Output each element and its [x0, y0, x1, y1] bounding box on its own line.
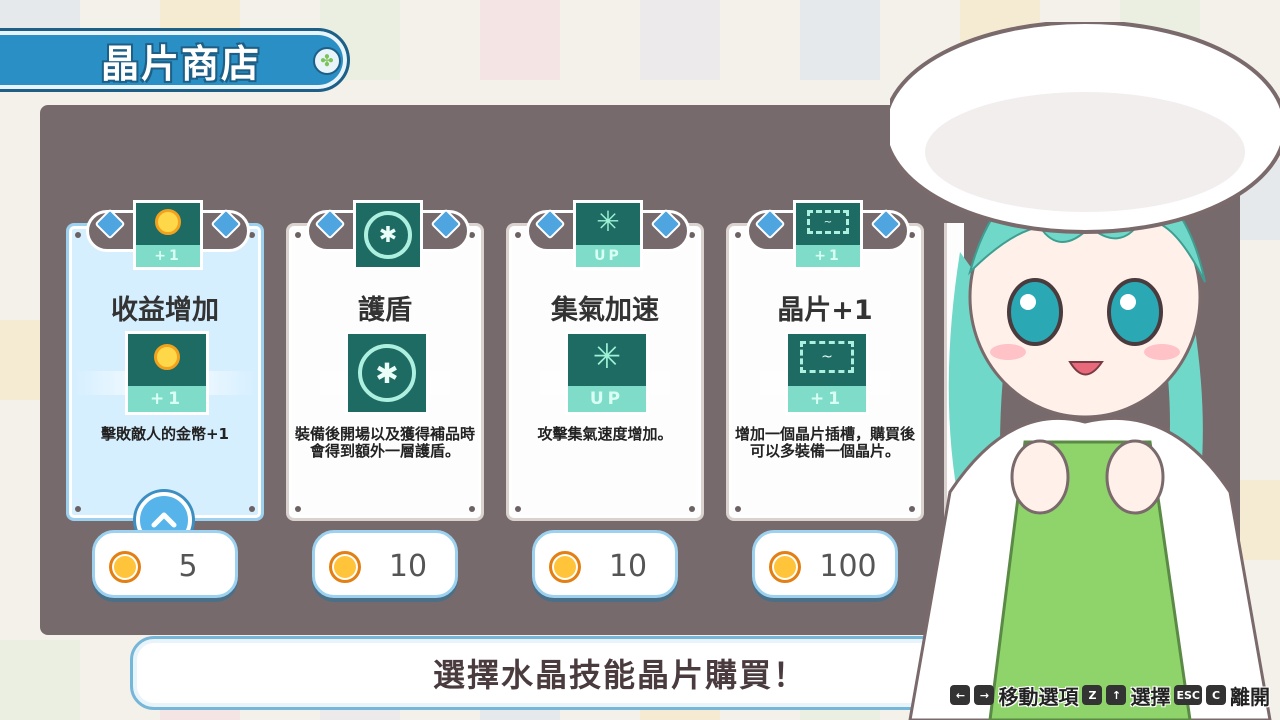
coin-icon: [549, 551, 581, 583]
shopkeeper-character: [890, 22, 1280, 720]
shield-icon: ✱: [353, 200, 423, 270]
shop-card-shield[interactable]: ✱ 護盾 ✱ 裝備後開場以及獲得補品時會得到額外一層護盾。: [286, 200, 484, 521]
select-label: 選擇: [1130, 684, 1171, 709]
card-header: +1: [86, 200, 250, 270]
price-amount: 10: [388, 549, 428, 584]
card-rivet: [249, 506, 255, 512]
exit-label: 離開: [1230, 684, 1270, 709]
message-box: 選擇水晶技能晶片購買！: [130, 636, 1010, 710]
price-tag: 10: [532, 530, 678, 598]
card-rivet: [75, 232, 81, 238]
card-rivet: [515, 506, 521, 512]
right-arrow-key-icon: →: [974, 685, 995, 705]
price-tag: 100: [752, 530, 898, 598]
card-header: ✱: [306, 200, 470, 270]
shop-card-income-up[interactable]: +1 收益增加 +1 擊敗敵人的金幣+1: [66, 200, 264, 521]
chevron-up-icon: [151, 512, 177, 528]
background-tile: [800, 0, 880, 80]
left-arrow-key-icon: ←: [950, 685, 971, 705]
shield-glyph: ✱: [364, 211, 412, 259]
coin-icon: [109, 551, 141, 583]
card-header: ~ +1: [746, 200, 910, 270]
page-title: 晶片商店: [101, 41, 262, 86]
icon-label: UP: [568, 386, 646, 412]
price-amount: 100: [819, 549, 877, 584]
card-title: 集氣加速: [551, 295, 659, 326]
shop-title-banner: 晶片商店 ✤: [0, 28, 350, 92]
shield-glyph: ✱: [358, 344, 416, 402]
price-tag: 5: [92, 530, 238, 598]
chip-glyph: ~: [800, 341, 854, 374]
icon-label: +1: [788, 386, 866, 412]
card-rivet: [75, 506, 81, 512]
controls-hint: ← → 移動選項 Z ↑ 選擇 ESC C 離開: [950, 680, 1270, 710]
card-title: 護盾: [358, 295, 412, 326]
burst-glyph: ✳: [592, 337, 622, 378]
charge-up-icon: ✳ UP: [565, 331, 649, 415]
card-description: 攻擊集氣速度增加。: [537, 425, 673, 443]
card-rivet: [469, 506, 475, 512]
z-key-icon: Z: [1082, 685, 1103, 705]
price-tag: 10: [312, 530, 458, 598]
up-key-icon: ↑: [1106, 685, 1127, 705]
coin-plus-one-icon: +1: [125, 331, 209, 415]
chip-plus-one-icon: ~ +1: [785, 331, 869, 415]
coin-icon: [769, 551, 801, 583]
card-rivet: [515, 232, 521, 238]
chip-glyph: ~: [807, 210, 849, 235]
coin-glyph: [155, 209, 181, 236]
coin-icon: [329, 551, 361, 583]
card-title: 收益增加: [111, 295, 219, 326]
charge-up-icon: ✳ UP: [573, 200, 643, 270]
burst-glyph: ✳: [596, 205, 620, 239]
chip-plus-one-icon: ~ +1: [793, 200, 863, 270]
message-text: 選擇水晶技能晶片購買！: [432, 656, 807, 694]
price-amount: 10: [608, 549, 648, 584]
card-description: 擊敗敵人的金幣+1: [100, 425, 229, 443]
clover-icon: ✤: [313, 47, 341, 75]
price-amount: 5: [178, 549, 198, 584]
move-label: 移動選項: [998, 684, 1079, 709]
shop-card-charge-speed[interactable]: ✳ UP 集氣加速 ✳ UP 攻擊集氣速度增加。: [506, 200, 704, 521]
card-rivet: [735, 506, 741, 512]
coin-plus-one-icon: +1: [133, 200, 203, 270]
background-tile: [480, 0, 560, 80]
shield-icon: ✱: [345, 331, 429, 415]
card-rivet: [689, 506, 695, 512]
icon-label: +1: [796, 245, 860, 267]
card-header: ✳ UP: [526, 200, 690, 270]
card-rivet: [295, 506, 301, 512]
c-key-icon: C: [1206, 685, 1226, 705]
background-tile: [0, 640, 80, 720]
icon-label: +1: [136, 245, 200, 267]
coin-glyph: [154, 344, 180, 371]
icon-label: UP: [576, 245, 640, 267]
card-rivet: [735, 232, 741, 238]
esc-key-icon: ESC: [1174, 685, 1202, 705]
card-rivet: [295, 232, 301, 238]
background-tile: [640, 0, 720, 80]
card-description: 裝備後開場以及獲得補品時會得到額外一層護盾。: [295, 425, 476, 460]
card-description: 增加一個晶片插槽，購買後可以多裝備一個晶片。: [735, 425, 916, 460]
icon-label: +1: [128, 386, 206, 412]
